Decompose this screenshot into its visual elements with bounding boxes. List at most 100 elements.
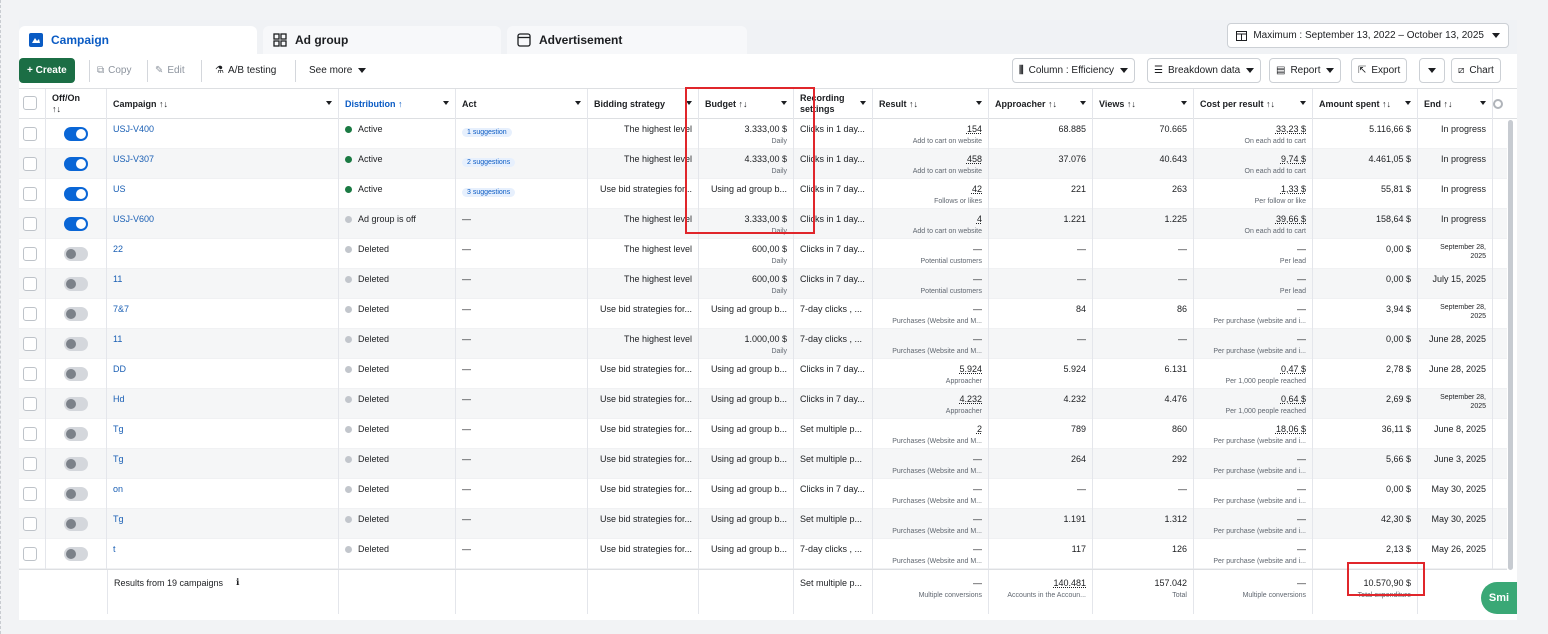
campaign-toggle[interactable] <box>64 397 88 411</box>
row-checkbox[interactable] <box>23 187 37 201</box>
campaign-toggle[interactable] <box>64 307 88 321</box>
table-row[interactable]: 11 Deleted — The highest level 600,00 $ Daily… <box>19 269 1507 299</box>
campaign-value[interactable]: 7&7 <box>113 304 129 314</box>
table-row[interactable]: t Deleted — Use bid strategies for... Using … <box>19 539 1507 569</box>
row-checkbox[interactable] <box>23 367 37 381</box>
row-checkbox[interactable] <box>23 487 37 501</box>
campaign-toggle[interactable] <box>64 487 88 501</box>
date-range-picker[interactable]: Maximum : September 13, 2022 – October 1… <box>1227 23 1509 48</box>
cell-campaign[interactable]: USJ-V400 <box>107 119 339 149</box>
table-row[interactable]: US Active 3 suggestions Use bid strategies … <box>19 179 1507 209</box>
table-row[interactable]: 7&7 Deleted — Use bid strategies for... Usin… <box>19 299 1507 329</box>
tab-campaign[interactable]: Campaign <box>19 26 257 54</box>
settings-icon[interactable] <box>1493 99 1503 109</box>
campaign-value[interactable]: USJ-V307 <box>113 154 154 164</box>
header-approacher[interactable]: Approacher ↑↓ <box>989 89 1093 119</box>
campaign-value[interactable]: Tg <box>113 424 124 434</box>
cell-campaign[interactable]: on <box>107 479 339 509</box>
campaign-toggle[interactable] <box>64 127 88 141</box>
header-onoff[interactable]: Off/On ↑↓ <box>46 89 107 119</box>
campaign-toggle[interactable] <box>64 517 88 531</box>
table-row[interactable]: on Deleted — Use bid strategies for... Using… <box>19 479 1507 509</box>
copy-button[interactable]: ⧉ Copy <box>91 58 138 83</box>
table-row[interactable]: Tg Deleted — Use bid strategies for... Using… <box>19 449 1507 479</box>
row-checkbox[interactable] <box>23 547 37 561</box>
column-selector[interactable]: ⫼ Column : Efficiency <box>1012 58 1136 83</box>
campaign-value[interactable]: US <box>113 184 126 194</box>
cell-campaign[interactable]: 22 <box>107 239 339 269</box>
header-result[interactable]: Result ↑↓ <box>873 89 989 119</box>
header-bidding[interactable]: Bidding strategy <box>588 89 699 119</box>
header-amount-spent[interactable]: Amount spent ↑↓ <box>1313 89 1418 119</box>
table-row[interactable]: Hd Deleted — Use bid strategies for... Using… <box>19 389 1507 419</box>
campaign-toggle[interactable] <box>64 187 88 201</box>
row-checkbox[interactable] <box>23 517 37 531</box>
campaign-toggle[interactable] <box>64 427 88 441</box>
cell-campaign[interactable]: Tg <box>107 509 339 539</box>
campaign-toggle[interactable] <box>64 547 88 561</box>
campaign-value[interactable]: DD <box>113 364 126 374</box>
cell-campaign[interactable]: 11 <box>107 269 339 299</box>
header-cost-per-result[interactable]: Cost per result ↑↓ <box>1194 89 1313 119</box>
header-campaign[interactable]: Campaign ↑↓ <box>107 89 339 119</box>
tab-advertisement[interactable]: Advertisement <box>507 26 747 54</box>
cell-campaign[interactable]: 11 <box>107 329 339 359</box>
campaign-toggle[interactable] <box>64 157 88 171</box>
row-checkbox[interactable] <box>23 217 37 231</box>
campaign-toggle[interactable] <box>64 337 88 351</box>
table-row[interactable]: USJ-V600 Ad group is off — The highest leve… <box>19 209 1507 239</box>
cell-campaign[interactable]: DD <box>107 359 339 389</box>
cell-campaign[interactable]: Tg <box>107 419 339 449</box>
table-row[interactable]: USJ-V307 Active 2 suggestions The highest l… <box>19 149 1507 179</box>
campaign-value[interactable]: 11 <box>113 274 122 284</box>
more-options-button[interactable] <box>1419 58 1445 83</box>
report-button[interactable]: ▤ Report <box>1269 58 1342 83</box>
campaign-value[interactable]: Tg <box>113 454 124 464</box>
cell-campaign[interactable]: USJ-V307 <box>107 149 339 179</box>
table-row[interactable]: Tg Deleted — Use bid strategies for... Using… <box>19 419 1507 449</box>
table-row[interactable]: USJ-V400 Active 1 suggestion The highest le… <box>19 119 1507 149</box>
cell-campaign[interactable]: 7&7 <box>107 299 339 329</box>
row-checkbox[interactable] <box>23 127 37 141</box>
cell-campaign[interactable]: Tg <box>107 449 339 479</box>
cell-campaign[interactable]: Hd <box>107 389 339 419</box>
header-end[interactable]: End ↑↓ <box>1418 89 1493 119</box>
table-row[interactable]: Tg Deleted — Use bid strategies for... Using… <box>19 509 1507 539</box>
row-checkbox[interactable] <box>23 247 37 261</box>
campaign-value[interactable]: 11 <box>113 334 122 344</box>
row-checkbox[interactable] <box>23 397 37 411</box>
row-checkbox[interactable] <box>23 307 37 321</box>
see-more-button[interactable]: See more <box>303 58 372 83</box>
header-views[interactable]: Views ↑↓ <box>1093 89 1194 119</box>
campaign-toggle[interactable] <box>64 247 88 261</box>
header-act[interactable]: Act <box>456 89 588 119</box>
cell-campaign[interactable]: USJ-V600 <box>107 209 339 239</box>
row-checkbox[interactable] <box>23 457 37 471</box>
table-row[interactable]: 22 Deleted — The highest level 600,00 $ Daily… <box>19 239 1507 269</box>
create-button[interactable]: + Create <box>19 58 75 83</box>
vertical-scrollbar[interactable] <box>1508 120 1513 570</box>
header-select-all[interactable] <box>19 89 46 119</box>
campaign-value[interactable]: t <box>113 544 116 554</box>
table-row[interactable]: DD Deleted — Use bid strategies for... Using… <box>19 359 1507 389</box>
campaign-value[interactable]: Hd <box>113 394 125 404</box>
cell-campaign[interactable]: t <box>107 539 339 569</box>
header-distribution[interactable]: Distribution ↑ <box>339 89 456 119</box>
header-recording[interactable]: Recording settings <box>794 89 873 119</box>
campaign-toggle[interactable] <box>64 217 88 231</box>
campaign-value[interactable]: on <box>113 484 123 494</box>
tab-ad-group[interactable]: Ad group <box>263 26 501 54</box>
campaign-value[interactable]: USJ-V400 <box>113 124 154 134</box>
table-row[interactable]: 11 Deleted — The highest level 1.000,00 $ Dai… <box>19 329 1507 359</box>
row-checkbox[interactable] <box>23 277 37 291</box>
chat-badge[interactable]: Smi <box>1481 582 1517 614</box>
breakdown-button[interactable]: ☰ Breakdown data <box>1147 58 1262 83</box>
campaign-value[interactable]: Tg <box>113 514 124 524</box>
campaign-toggle[interactable] <box>64 277 88 291</box>
campaign-value[interactable]: USJ-V600 <box>113 214 154 224</box>
chart-button[interactable]: ⧄ Chart <box>1451 58 1501 83</box>
cell-campaign[interactable]: US <box>107 179 339 209</box>
row-checkbox[interactable] <box>23 337 37 351</box>
edit-button[interactable]: ✎ Edit <box>149 58 191 83</box>
campaign-toggle[interactable] <box>64 457 88 471</box>
